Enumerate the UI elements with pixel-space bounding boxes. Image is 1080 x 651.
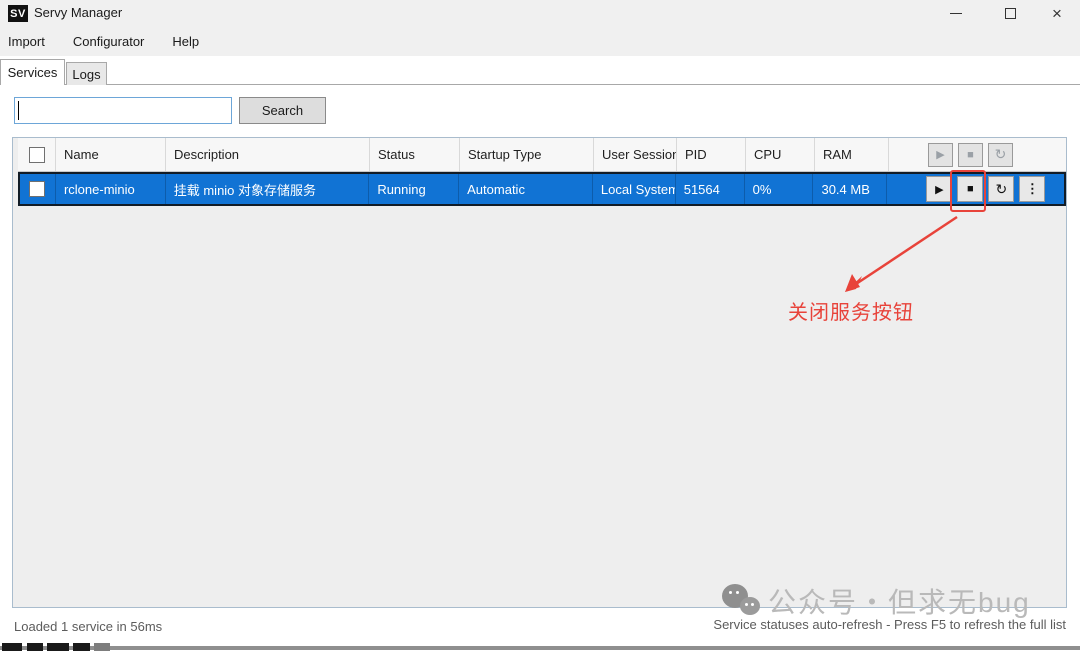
header-startup-type[interactable]: Startup Type — [460, 138, 594, 171]
cell-name: rclone-minio — [56, 174, 166, 204]
cut-off-watermark — [47, 643, 69, 651]
menu-import[interactable]: Import — [8, 30, 55, 53]
header-cpu[interactable]: CPU — [746, 138, 815, 171]
tab-strip: Services Logs — [0, 56, 1080, 85]
cell-status: Running — [369, 174, 459, 204]
maximize-icon — [1005, 8, 1016, 19]
more-options-button[interactable]: ⋮ — [1019, 176, 1045, 202]
header-actions: ▶ ■ ↻ — [889, 138, 1066, 171]
tab-services[interactable]: Services — [0, 59, 65, 85]
cell-cpu: 0% — [745, 174, 814, 204]
servy-manager-window: SV Servy Manager × Import Configurator H… — [0, 0, 1080, 651]
row-select-cell — [20, 174, 56, 204]
tab-logs[interactable]: Logs — [66, 62, 107, 85]
header-name[interactable]: Name — [56, 138, 166, 171]
start-service-button[interactable]: ▶ — [926, 176, 952, 202]
header-pid[interactable]: PID — [677, 138, 746, 171]
cut-off-watermark — [2, 643, 22, 651]
cell-startup-type: Automatic — [459, 174, 593, 204]
search-button[interactable]: Search — [239, 97, 326, 124]
header-ram[interactable]: RAM — [815, 138, 889, 171]
cut-off-watermark — [94, 643, 110, 651]
start-all-button[interactable]: ▶ — [928, 143, 953, 167]
close-button[interactable]: × — [1034, 0, 1080, 27]
status-loaded-text: Loaded 1 service in 56ms — [14, 619, 162, 634]
services-table — [12, 137, 1067, 608]
bottom-divider — [0, 646, 1080, 650]
title-bar: SV Servy Manager × — [0, 0, 1080, 27]
row-checkbox[interactable] — [29, 181, 45, 197]
table-row[interactable]: rclone-minio 挂载 minio 对象存储服务 Running Aut… — [18, 172, 1066, 206]
annotation-highlight-rect — [950, 170, 986, 212]
search-input[interactable] — [14, 97, 232, 124]
text-caret — [18, 101, 19, 120]
cell-description: 挂载 minio 对象存储服务 — [166, 174, 370, 204]
select-all-checkbox[interactable] — [29, 147, 45, 163]
header-status[interactable]: Status — [370, 138, 460, 171]
restart-all-button[interactable]: ↻ — [988, 143, 1013, 167]
select-all-cell — [18, 138, 56, 171]
cut-off-watermark — [73, 643, 90, 651]
restart-service-button[interactable]: ↻ — [988, 176, 1014, 202]
minimize-icon — [950, 13, 962, 14]
wechat-chat-bubbles-icon — [720, 582, 764, 620]
window-title: Servy Manager — [34, 5, 122, 20]
maximize-button[interactable] — [987, 0, 1033, 27]
minimize-button[interactable] — [933, 0, 979, 27]
menu-configurator[interactable]: Configurator — [73, 30, 155, 53]
menu-help[interactable]: Help — [172, 30, 209, 53]
header-description[interactable]: Description — [166, 138, 370, 171]
watermark-text: 公众号・但求无bug — [768, 581, 1031, 621]
services-grid: Name Description Status Startup Type Use… — [18, 138, 1066, 206]
header-user-session[interactable]: User Session — [594, 138, 677, 171]
cell-ram: 30.4 MB — [813, 174, 887, 204]
menu-bar: Import Configurator Help — [0, 27, 1080, 56]
table-header-row: Name Description Status Startup Type Use… — [18, 138, 1066, 172]
app-icon: SV — [8, 5, 28, 22]
stop-all-button[interactable]: ■ — [958, 143, 983, 167]
watermark: 公众号・但求无bug — [720, 581, 1031, 621]
cut-off-watermark — [27, 643, 43, 651]
annotation-label: 关闭服务按钮 — [788, 296, 914, 325]
cell-pid: 51564 — [676, 174, 745, 204]
cell-user-session: Local System — [593, 174, 676, 204]
